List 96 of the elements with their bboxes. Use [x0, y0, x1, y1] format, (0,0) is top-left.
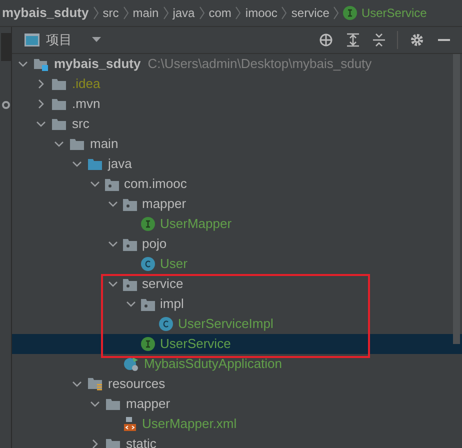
tree-item-label: main [90, 135, 118, 154]
tree-item-label: src [72, 115, 90, 134]
chevron-right-icon[interactable] [36, 79, 46, 89]
project-path: C:\Users\admin\Desktop\mybais_sduty [148, 55, 372, 74]
chevron-down-icon[interactable] [36, 119, 46, 129]
tree-item-label: MybaisSdutyApplication [144, 355, 282, 374]
dropdown-caret-icon[interactable] [92, 37, 101, 43]
locate-icon[interactable] [319, 33, 333, 47]
tree-row[interactable]: impl [12, 294, 462, 314]
package-icon [123, 198, 137, 210]
tree-row[interactable]: MybaisSdutyApplication [12, 354, 462, 374]
chevron-down-icon[interactable] [90, 399, 100, 409]
tree-item-label: UserService [160, 335, 231, 354]
package-icon [141, 298, 155, 310]
tree-row[interactable]: pojo [12, 234, 462, 254]
chevron-separator-icon [162, 6, 169, 20]
package-icon [123, 238, 137, 250]
tree-row[interactable]: src [12, 114, 462, 134]
chevron-down-icon[interactable] [126, 299, 136, 309]
class-icon [159, 317, 173, 331]
tree-item-label: service [142, 275, 184, 294]
breadcrumb-item[interactable]: src [102, 4, 119, 22]
tree-row[interactable]: UserMapper [12, 214, 462, 234]
package-icon [123, 278, 137, 290]
chevron-separator-icon [122, 6, 129, 20]
chevron-down-icon[interactable] [90, 179, 100, 189]
tree-item-label: impl [160, 295, 184, 314]
package-icon [105, 178, 119, 190]
tree-item-label: UserServiceImpl [178, 315, 274, 334]
chevron-down-icon[interactable] [72, 379, 82, 389]
folder-icon [51, 77, 67, 91]
tree-row[interactable]: UserService [12, 334, 462, 354]
chevron-separator-icon [333, 6, 340, 20]
collapse-all-icon[interactable] [373, 33, 385, 47]
chevron-down-icon[interactable] [18, 59, 28, 69]
chevron-right-icon[interactable] [90, 439, 100, 448]
tree-row[interactable]: resources [12, 374, 462, 394]
expand-all-icon[interactable] [347, 33, 359, 47]
tree-item-label: .idea [72, 75, 100, 94]
interface-icon [343, 6, 358, 20]
chevron-separator-icon [198, 6, 205, 20]
tree-row[interactable]: java [12, 154, 462, 174]
tree-item-label: mapper [126, 395, 170, 414]
chevron-down-icon[interactable] [108, 239, 118, 249]
tree-item-label: pojo [142, 235, 167, 254]
tree-row[interactable]: UserMapper.xml [12, 414, 462, 434]
chevron-separator-icon [281, 6, 288, 20]
tree-item-label: mybais_sduty [54, 55, 141, 74]
folder-icon [105, 437, 121, 448]
chevron-down-icon[interactable] [108, 279, 118, 289]
tree-row[interactable]: User [12, 254, 462, 274]
breadcrumb-item[interactable]: mybais_sduty [2, 3, 89, 23]
folder-icon [51, 117, 67, 131]
tree-row[interactable]: UserServiceImpl [12, 314, 462, 334]
tree-row[interactable]: mapper [12, 394, 462, 414]
resources-folder-icon [87, 376, 103, 392]
tree-item-label: resources [108, 375, 166, 394]
window-icon [24, 33, 40, 47]
breadcrumb-item[interactable]: java [172, 4, 195, 22]
tree-row[interactable]: com.imooc [12, 174, 462, 194]
panel-title[interactable]: 项目 [46, 30, 72, 50]
class-icon [141, 257, 155, 271]
chevron-down-icon[interactable] [108, 199, 118, 209]
chevron-right-icon[interactable] [36, 99, 46, 109]
folder-icon [69, 137, 85, 151]
folder-icon [51, 97, 67, 111]
breadcrumb-item[interactable]: com [208, 4, 232, 22]
tree-row[interactable]: service [12, 274, 462, 294]
breadcrumb-item[interactable]: imooc [245, 4, 278, 22]
tree-item-label: java [108, 155, 132, 174]
tree-item-label: User [160, 255, 188, 274]
breadcrumb-item[interactable]: service [291, 4, 330, 22]
chevron-separator-icon [92, 6, 99, 20]
settings-icon[interactable] [410, 33, 424, 47]
interface-icon [141, 217, 155, 231]
chevron-separator-icon [235, 6, 242, 20]
tree-row[interactable]: .idea [12, 74, 462, 94]
folder-icon [105, 397, 121, 411]
module-folder-icon [33, 56, 49, 72]
spring-app-icon [123, 356, 139, 372]
tree-row[interactable]: main [12, 134, 462, 154]
tree-item-label: .mvn [72, 95, 100, 114]
tree-item-label: com.imooc [124, 175, 187, 194]
tree-row[interactable]: mybais_sduty C:\Users\admin\Desktop\mybais_sduty [12, 54, 462, 74]
tree-item-label: UserMapper.xml [142, 415, 237, 434]
tree-row[interactable]: .mvn [12, 94, 462, 114]
chevron-down-icon[interactable] [72, 159, 82, 169]
chevron-down-icon[interactable] [54, 139, 64, 149]
folder-icon [87, 157, 103, 171]
tree-item-label: UserMapper [160, 215, 232, 234]
interface-icon [141, 337, 155, 351]
breadcrumb-item[interactable]: main [132, 4, 159, 22]
tree-item-label: mapper [142, 195, 186, 214]
xml-file-icon [123, 416, 137, 432]
tree-row[interactable]: mapper [12, 194, 462, 214]
breadcrumb-item[interactable]: UserService [361, 4, 427, 22]
